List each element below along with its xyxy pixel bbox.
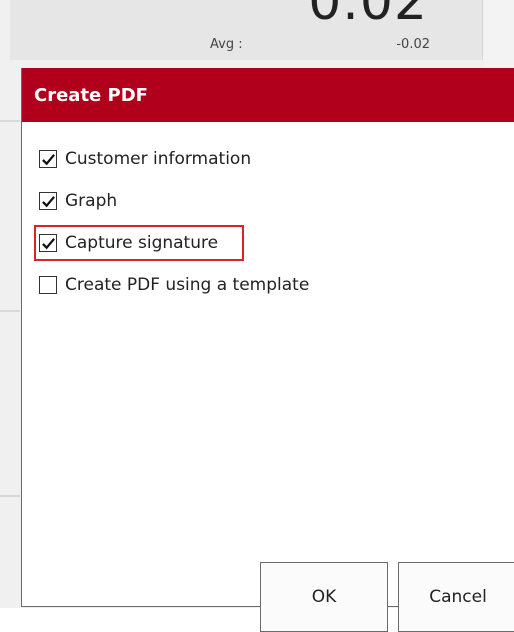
checkmark-icon [41, 153, 55, 165]
checkmark-icon [41, 195, 55, 207]
dialog-title: Create PDF [34, 84, 148, 106]
option-label: Create PDF using a template [65, 275, 310, 295]
pdf-options-list: Customer information Graph Capture signa… [34, 144, 309, 312]
option-label: Graph [65, 191, 118, 211]
option-customer-information[interactable]: Customer information [39, 144, 309, 174]
template-checkbox[interactable] [39, 276, 57, 294]
background-divider [0, 495, 20, 497]
avg-label: Avg : [210, 37, 243, 52]
option-create-pdf-template[interactable]: Create PDF using a template [39, 270, 309, 300]
option-label: Capture signature [65, 233, 219, 253]
option-label: Customer information [65, 149, 252, 169]
customer-information-checkbox[interactable] [39, 150, 57, 168]
checkmark-icon [41, 237, 55, 249]
cancel-button[interactable]: Cancel [398, 562, 514, 632]
avg-value: -0.02 [396, 37, 430, 52]
dialog-header: Create PDF [22, 68, 514, 122]
measurement-panel: 0.02 Avg : -0.02 [10, 0, 483, 60]
graph-checkbox[interactable] [39, 192, 57, 210]
background-divider [0, 310, 20, 312]
measurement-value: 0.02 [308, 0, 428, 32]
ok-button[interactable]: OK [260, 562, 388, 632]
capture-signature-checkbox[interactable] [39, 234, 57, 252]
option-capture-signature[interactable]: Capture signature [34, 225, 309, 261]
option-graph[interactable]: Graph [39, 186, 309, 216]
create-pdf-dialog: Create PDF Customer information Graph Ca… [21, 68, 514, 632]
background-divider [0, 120, 20, 122]
